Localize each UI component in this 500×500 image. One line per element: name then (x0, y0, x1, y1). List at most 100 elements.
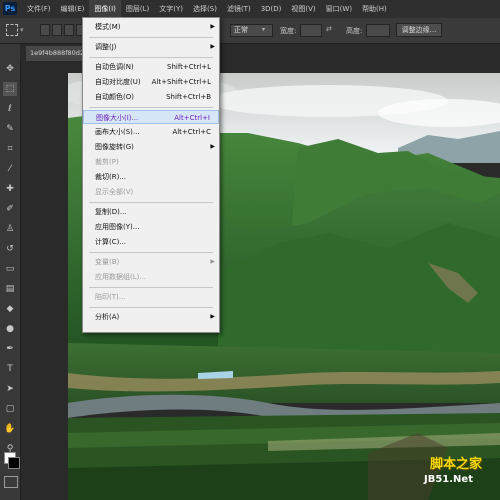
menu-item-shortcut: Alt+Ctrl+I (174, 114, 210, 122)
menu-item-label: 裁剪(P) (95, 158, 119, 166)
menu-separator (89, 37, 213, 38)
image-menu-item[interactable]: 模式(M) ▶ (83, 20, 219, 34)
image-menu-item: 显示全部(V) (83, 185, 219, 199)
pen-icon[interactable]: ✒ (3, 342, 17, 356)
menu-item-shortcut: Shift+Ctrl+L (167, 63, 211, 71)
marquee-icon[interactable]: ⬚ (3, 82, 17, 96)
menu-item-label: 应用图像(Y)... (95, 223, 140, 231)
submenu-arrow-icon: ▶ (210, 258, 215, 265)
image-menu-item: 陷印(T)... (83, 290, 219, 304)
menu-10[interactable]: 帮助(H) (357, 0, 392, 18)
menu-item-label: 分析(A) (95, 313, 120, 321)
swap-icon[interactable]: ⇄ (326, 25, 332, 33)
menu-item-label: 显示全部(V) (95, 188, 134, 196)
healing-icon[interactable]: ✚ (3, 182, 17, 196)
image-menu-item[interactable]: 自动色调(N) Shift+Ctrl+L (83, 60, 219, 74)
image-menu-item[interactable]: 复制(D)... (83, 205, 219, 219)
crop-icon[interactable]: ⌗ (3, 142, 17, 156)
height-field[interactable] (366, 24, 390, 37)
menu-item-label: 自动对比度(U) (95, 78, 141, 86)
image-menu-item: 变量(B) ▶ (83, 255, 219, 269)
refine-edge-button[interactable]: 调整边缘... (396, 23, 442, 37)
menu-item-label: 画布大小(S)... (95, 128, 140, 136)
menu-2[interactable]: 图像(I) (89, 0, 121, 18)
style-select[interactable]: 正常 (230, 24, 273, 37)
eyedropper-icon[interactable]: ⁄ (3, 162, 17, 176)
menu-separator (89, 287, 213, 288)
menu-separator (89, 307, 213, 308)
menu-separator (89, 202, 213, 203)
path-select-icon[interactable]: ➤ (3, 382, 17, 396)
subtract-selection-icon[interactable] (64, 24, 74, 36)
image-menu-item[interactable]: 画布大小(S)... Alt+Ctrl+C (83, 125, 219, 139)
history-brush-icon[interactable]: ↺ (3, 242, 17, 256)
image-menu-item[interactable]: 图像大小(I)... Alt+Ctrl+I (83, 110, 219, 124)
submenu-arrow-icon: ▶ (210, 23, 215, 30)
menu-9[interactable]: 窗口(W) (321, 0, 357, 18)
menu-separator (89, 252, 213, 253)
style-chevron-icon: ▾ (262, 26, 266, 33)
menu-6[interactable]: 滤镜(T) (222, 0, 256, 18)
image-menu-dropdown: 模式(M) ▶ 调整(J) ▶ 自动色调(N) Shift+Ctrl+L 自动对比度(U) A… (82, 17, 220, 333)
options-bar: ▾ 正常 ▾ 宽度: ⇄ 高度: 调整边缘... (0, 18, 500, 44)
image-menu-item[interactable]: 调整(J) ▶ (83, 40, 219, 54)
menu-item-label: 计算(C)... (95, 238, 127, 246)
shape-icon[interactable]: ▢ (3, 402, 17, 416)
brush-icon[interactable]: ✐ (3, 202, 17, 216)
image-menu-item[interactable]: 计算(C)... (83, 235, 219, 249)
move-icon[interactable]: ✥ (3, 62, 17, 76)
width-label: 宽度: (280, 27, 297, 35)
menu-items: 文件(F) 编辑(E) 图像(I) 图层(L) 文字(Y) 选择(S) 滤镜(T) 3D(D)… (22, 0, 392, 18)
menu-item-label: 自动颜色(O) (95, 93, 134, 101)
menu-7[interactable]: 3D(D) (256, 0, 287, 18)
preset-chevron-icon[interactable]: ▾ (20, 26, 24, 34)
menu-bar: Ps 文件(F) 编辑(E) 图像(I) 图层(L) 文字(Y) 选择(S) 滤镜(T) 3D… (0, 0, 500, 19)
submenu-arrow-icon: ▶ (210, 313, 215, 320)
image-menu-item[interactable]: 分析(A) ▶ (83, 310, 219, 324)
image-menu-item[interactable]: 图像旋转(G) ▶ (83, 140, 219, 154)
new-selection-icon[interactable] (40, 24, 50, 36)
blur-icon[interactable]: ◆ (3, 302, 17, 316)
quick-mask-icon[interactable] (4, 476, 18, 488)
image-menu-item[interactable]: 自动颜色(O) Shift+Ctrl+B (83, 90, 219, 104)
menu-separator (89, 57, 213, 58)
menu-1[interactable]: 编辑(E) (56, 0, 90, 18)
eraser-icon[interactable]: ▭ (3, 262, 17, 276)
menu-4[interactable]: 文字(Y) (154, 0, 188, 18)
submenu-arrow-icon: ▶ (210, 143, 215, 150)
dodge-icon[interactable]: ● (3, 322, 17, 336)
image-menu-item[interactable]: 自动对比度(U) Alt+Shift+Ctrl+L (83, 75, 219, 89)
menu-item-label: 复制(D)... (95, 208, 127, 216)
menu-item-label: 应用数据组(L)... (95, 273, 147, 281)
menu-item-shortcut: Alt+Shift+Ctrl+L (151, 78, 211, 86)
gradient-icon[interactable]: ▤ (3, 282, 17, 296)
menu-item-label: 图像旋转(G) (95, 143, 134, 151)
height-label: 高度: (346, 27, 363, 35)
menu-item-label: 裁切(R)... (95, 173, 127, 181)
menu-item-label: 图像大小(I)... (96, 114, 139, 122)
background-color-swatch[interactable] (8, 457, 20, 469)
color-swatches (0, 452, 20, 500)
add-selection-icon[interactable] (52, 24, 62, 36)
width-field[interactable] (300, 24, 322, 37)
menu-8[interactable]: 视图(V) (286, 0, 320, 18)
quick-select-icon[interactable]: ✎ (3, 122, 17, 136)
type-icon[interactable]: T (3, 362, 17, 376)
watermark-line1: 脚本之家 (430, 457, 483, 472)
menu-5[interactable]: 选择(S) (188, 0, 222, 18)
image-menu-item: 裁剪(P) (83, 155, 219, 169)
watermark: 脚本之家 JB51.Net (410, 450, 500, 500)
watermark-line2: JB51.Net (424, 474, 473, 485)
marquee-preset-icon[interactable] (6, 24, 18, 36)
menu-item-label: 自动色调(N) (95, 63, 134, 71)
image-menu-item[interactable]: 裁切(R)... (83, 170, 219, 184)
clone-stamp-icon[interactable]: ♙ (3, 222, 17, 236)
menu-item-label: 调整(J) (95, 43, 117, 51)
image-menu-item[interactable]: 应用图像(Y)... (83, 220, 219, 234)
menu-item-shortcut: Shift+Ctrl+B (166, 93, 211, 101)
menu-item-shortcut: Alt+Ctrl+C (172, 128, 211, 136)
menu-0[interactable]: 文件(F) (22, 0, 56, 18)
lasso-icon[interactable]: ℓ (3, 102, 17, 116)
hand-icon[interactable]: ✋ (3, 422, 17, 436)
menu-3[interactable]: 图层(L) (121, 0, 154, 18)
